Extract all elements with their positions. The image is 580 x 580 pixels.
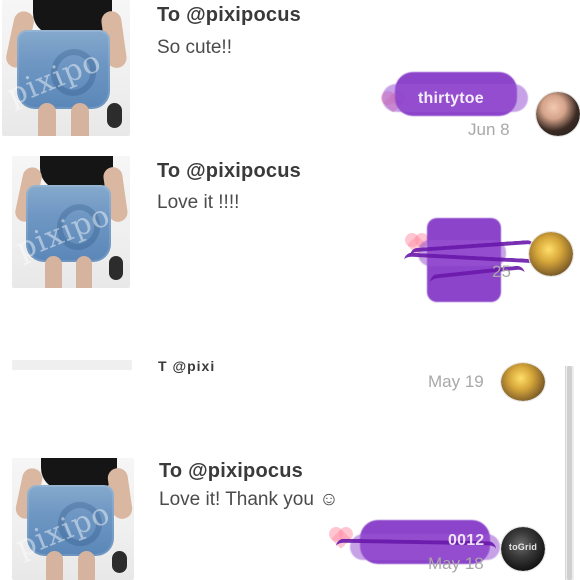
comment-recipient-partial: T @pixi xyxy=(158,358,216,374)
comment-date: 25 xyxy=(492,262,511,281)
comment-card-4[interactable]: pixipo To @pixipocus Love it! Thank you … xyxy=(0,426,580,580)
comment-recipient: To @pixipocus xyxy=(157,4,301,26)
avatar-caption: toGrid xyxy=(508,542,538,552)
comment-username: 0012 xyxy=(448,532,485,549)
product-thumbnail[interactable] xyxy=(12,360,132,370)
comment-date: Jun 8 xyxy=(468,120,510,139)
comment-date: May 19 xyxy=(428,372,484,391)
thumbnail-leg-right xyxy=(71,103,90,136)
thumbnail-bag xyxy=(108,256,123,281)
comment-date: May 18 xyxy=(428,554,484,573)
comment-message: Love it !!!! xyxy=(157,192,240,213)
thumbnail-leg-right xyxy=(75,256,93,288)
product-thumbnail[interactable]: pixipo xyxy=(12,458,134,580)
commenter-avatar[interactable] xyxy=(500,362,546,402)
thumbnail-leg-left xyxy=(37,103,56,136)
scrollbar[interactable] xyxy=(565,366,574,580)
comment-card-2[interactable]: pixipo To @pixipocus Love it !!!! 25 xyxy=(0,146,580,322)
avatar-image xyxy=(501,363,545,401)
commenter-avatar[interactable] xyxy=(528,231,574,277)
commenter-avatar[interactable] xyxy=(535,91,580,137)
commenter-avatar[interactable]: toGrid xyxy=(500,526,546,572)
comment-card-3[interactable]: T @pixi May 19 xyxy=(0,356,580,426)
comment-message: Love it! Thank you ☺ xyxy=(159,489,339,510)
thumbnail-leg-left xyxy=(46,550,64,580)
thumbnail-bag xyxy=(112,550,127,573)
thumbnail-leg-right xyxy=(77,550,95,580)
product-thumbnail[interactable]: pixipo xyxy=(2,0,130,136)
comment-username: thirtytoe xyxy=(418,90,484,107)
product-thumbnail[interactable]: pixipo xyxy=(12,156,130,288)
comment-recipient: To @pixipocus xyxy=(157,160,301,182)
avatar-image xyxy=(529,232,573,276)
comment-message: So cute!! xyxy=(157,37,232,58)
thumbnail-bag xyxy=(106,103,123,128)
avatar-image xyxy=(536,92,580,136)
comment-card-1[interactable]: pixipo To @pixipocus So cute!! thirtytoe… xyxy=(0,0,580,146)
comment-recipient: To @pixipocus xyxy=(159,460,303,482)
scrollbar-thumb[interactable] xyxy=(567,366,572,580)
thumbnail-leg-left xyxy=(45,256,62,288)
